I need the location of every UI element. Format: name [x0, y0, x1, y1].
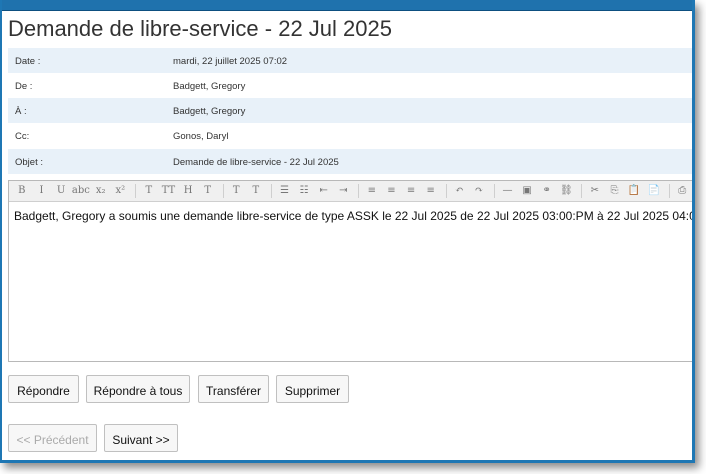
reply-all-button[interactable]: Répondre à tous: [86, 375, 190, 403]
toolbar-separator: [668, 184, 670, 198]
subscript-icon[interactable]: x₂: [92, 183, 110, 199]
message-window: Demande de libre-service - 22 Jul 2025 D…: [0, 0, 695, 463]
editor-toolbar: B I Uabc x₂ x² T TT H T T T ☰ ☷ ⇤ ⇥ ≡ ≡ ≡ ≡ ↶ ↷ — ▣ ⚭ ⛓ ✂ ⎘ 📋 📄 ⎙: [9, 181, 692, 202]
header-row-cc: Cc: Gonos, Daryl: [8, 123, 692, 148]
header-label: Date :: [15, 56, 41, 67]
align-left-icon[interactable]: ≡: [363, 183, 381, 199]
cut-icon[interactable]: ✂: [586, 183, 604, 199]
page-title: Demande de libre-service - 22 Jul 2025: [8, 16, 392, 41]
print-icon[interactable]: ⎙: [673, 183, 691, 199]
paste-text-icon[interactable]: 📄: [645, 183, 663, 199]
outdent-icon[interactable]: ⇤: [315, 183, 333, 199]
align-right-icon[interactable]: ≡: [402, 183, 420, 199]
horizontal-rule-icon[interactable]: —: [499, 183, 517, 199]
indent-icon[interactable]: ⇥: [334, 183, 352, 199]
toolbar-separator: [222, 184, 224, 198]
forward-button[interactable]: Transférer: [198, 375, 269, 403]
undo-icon[interactable]: ↶: [450, 183, 468, 199]
copy-icon[interactable]: ⎘: [606, 183, 624, 199]
font-size-icon[interactable]: T: [140, 183, 158, 199]
header-label: Cc:: [15, 131, 30, 142]
header-value: Demande de libre-service - 22 Jul 2025: [173, 157, 339, 168]
justify-icon[interactable]: ≡: [422, 183, 440, 199]
message-body[interactable]: Badgett, Gregory a soumis une demande li…: [14, 209, 692, 223]
header-label: De :: [15, 81, 33, 92]
reply-button[interactable]: Répondre: [8, 375, 79, 403]
italic-icon[interactable]: I: [33, 183, 51, 199]
header-row-from: De : Badgett, Gregory: [8, 73, 692, 98]
header-label: À :: [15, 106, 27, 117]
remove-format-icon[interactable]: T: [247, 183, 265, 199]
align-center-icon[interactable]: ≡: [383, 183, 401, 199]
next-button[interactable]: Suivant >>: [104, 424, 178, 452]
insert-link-icon[interactable]: ⚭: [538, 183, 556, 199]
redo-icon[interactable]: ↷: [470, 183, 488, 199]
bold-icon[interactable]: B: [13, 183, 31, 199]
header-row-to: À : Badgett, Gregory: [8, 98, 692, 123]
header-value: Gonos, Daryl: [173, 131, 229, 142]
highlight-icon[interactable]: T: [227, 183, 245, 199]
header-row-subject: Objet : Demande de libre-service - 22 Ju…: [8, 149, 692, 174]
message-editor[interactable]: B I Uabc x₂ x² T TT H T T T ☰ ☷ ⇤ ⇥ ≡ ≡ ≡ ≡ ↶ ↷ — ▣ ⚭ ⛓ ✂ ⎘ 📋 📄 ⎙ Bad…: [8, 180, 692, 362]
heading-icon[interactable]: H: [179, 183, 197, 199]
bulleted-list-icon[interactable]: ☰: [276, 183, 294, 199]
delete-button[interactable]: Supprimer: [276, 375, 349, 403]
insert-image-icon[interactable]: ▣: [518, 183, 536, 199]
unlink-icon[interactable]: ⛓: [558, 183, 576, 199]
clear-formatting-icon[interactable]: T: [199, 183, 217, 199]
toolbar-separator: [581, 184, 583, 198]
paste-icon[interactable]: 📋: [625, 183, 643, 199]
underline-icon[interactable]: U: [52, 183, 70, 199]
header-row-date: Date : mardi, 22 juillet 2025 07:02: [8, 48, 692, 73]
font-size-increase-icon[interactable]: TT: [160, 183, 178, 199]
numbered-list-icon[interactable]: ☷: [295, 183, 313, 199]
strikethrough-icon[interactable]: abc: [72, 183, 90, 199]
header-value: Badgett, Gregory: [173, 81, 246, 92]
header-label: Objet :: [15, 157, 43, 168]
toolbar-separator: [358, 184, 360, 198]
toolbar-separator: [445, 184, 447, 198]
toolbar-separator: [270, 184, 272, 198]
header-value: Badgett, Gregory: [173, 106, 246, 117]
toolbar-separator: [493, 184, 495, 198]
superscript-icon[interactable]: x²: [111, 183, 129, 199]
header-value: mardi, 22 juillet 2025 07:02: [173, 56, 288, 67]
previous-button[interactable]: << Précédent: [8, 424, 97, 452]
toolbar-separator: [135, 184, 137, 198]
window-top-bar: [2, 0, 692, 11]
